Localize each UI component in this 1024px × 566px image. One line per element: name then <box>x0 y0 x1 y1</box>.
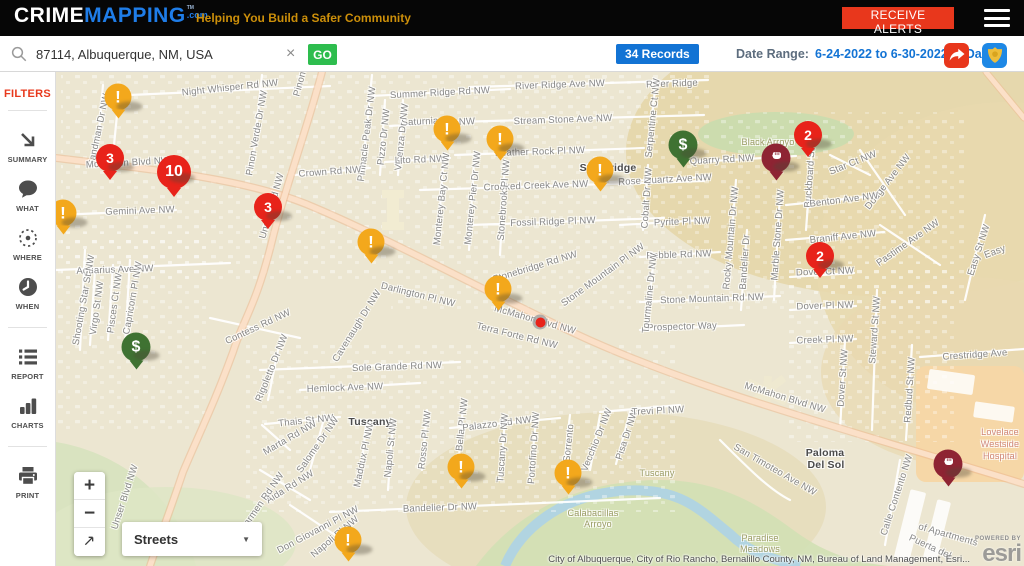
sidebar-item-report[interactable]: REPORT <box>0 338 55 387</box>
sidebar-item-label: SUMMARY <box>7 155 48 164</box>
cluster-pin[interactable]: 2 <box>806 242 834 270</box>
sidebar-item-label: CHARTS <box>11 421 44 430</box>
alert-pin[interactable]: ! <box>104 83 132 111</box>
menu-icon[interactable] <box>984 9 1010 27</box>
receive-alerts-button[interactable]: RECEIVE ALERTS <box>842 7 954 36</box>
alert-pin[interactable]: ! <box>357 228 385 256</box>
fist-icon <box>768 148 784 169</box>
esri-wordmark: esri <box>982 540 1022 566</box>
pin-glyph: 3 <box>264 199 272 215</box>
sidebar-item-label: WHERE <box>13 253 42 262</box>
pin-glyph: ! <box>444 119 450 139</box>
pin-glyph: 10 <box>165 163 183 180</box>
theft-pin[interactable]: $ <box>668 130 698 160</box>
map-canvas[interactable]: Night Whisper Rd NW Sandman Dr NW Pinon Pin… <box>56 72 1024 566</box>
sidebar-item-charts[interactable]: CHARTS <box>0 387 55 436</box>
divider <box>8 327 47 328</box>
brand-mapping: MAPPING <box>84 4 186 27</box>
sidebar-item-summary[interactable]: SUMMARY <box>0 121 55 170</box>
cluster-pin[interactable]: 3 <box>254 193 282 221</box>
records-badge[interactable]: 34 Records <box>616 44 699 64</box>
sidebar-item-label: PRINT <box>15 491 40 500</box>
search-icon <box>10 45 28 68</box>
share-arrow-icon <box>949 48 964 61</box>
divider <box>8 110 47 111</box>
clock-icon <box>0 275 55 299</box>
pin-glyph: ! <box>597 160 603 180</box>
brand-crime: CRIME <box>14 4 85 27</box>
alert-pin[interactable]: ! <box>554 459 582 487</box>
pin-glyph: ! <box>565 463 571 483</box>
zoom-in-button[interactable]: + <box>74 472 105 500</box>
theft-pin[interactable]: $ <box>121 332 151 362</box>
alert-pin[interactable]: ! <box>334 526 362 554</box>
sidebar-item-print[interactable]: PRINT <box>0 457 55 506</box>
fist-icon <box>940 454 956 475</box>
pin-glyph: ! <box>458 457 464 477</box>
sidebar-item-label: WHEN <box>15 302 40 311</box>
pin-glyph: ! <box>115 87 121 107</box>
pin-glyph: 2 <box>804 127 812 143</box>
alert-pin[interactable]: ! <box>484 275 512 303</box>
sidebar-item-what[interactable]: WHAT <box>0 170 55 219</box>
top-header: CRIME MAPPING TM .com Helping You Build a… <box>0 0 1024 36</box>
sidebar-item-where[interactable]: WHERE <box>0 219 55 268</box>
pin-glyph: ! <box>345 530 351 550</box>
printer-icon <box>0 464 55 488</box>
sidebar-item-when[interactable]: WHEN <box>0 268 55 317</box>
police-badge-icon <box>987 47 1002 63</box>
search-input[interactable] <box>34 42 274 66</box>
cluster-pin[interactable]: 3 <box>96 144 124 172</box>
search-pin[interactable] <box>532 314 548 330</box>
sidebar-item-label: REPORT <box>11 372 44 381</box>
pin-glyph: ! <box>368 232 374 252</box>
zoom-controls: + − <box>74 472 105 556</box>
assault-pin[interactable] <box>761 143 791 173</box>
bar-chart-icon <box>0 394 55 418</box>
pin-glyph: $ <box>131 338 141 355</box>
cluster-pin[interactable]: 10 <box>157 155 191 189</box>
pin-glyph: 2 <box>816 248 824 264</box>
esri-logo[interactable]: POWERED BY esri <box>975 536 1022 566</box>
pin-glyph: ! <box>497 129 503 149</box>
basemap-selector-label: Streets <box>134 531 179 547</box>
clear-search-icon[interactable]: × <box>284 44 297 64</box>
divider <box>8 446 47 447</box>
default-extent-button[interactable] <box>74 528 105 556</box>
crimemapping-app: CRIME MAPPING TM .com Helping You Build a… <box>0 0 1024 566</box>
alert-pin[interactable]: ! <box>486 125 514 153</box>
alert-pin[interactable]: ! <box>56 199 77 227</box>
brand-logo[interactable]: CRIME MAPPING TM .com <box>14 4 208 28</box>
speech-bubble-icon <box>0 177 55 201</box>
pin-glyph: $ <box>678 136 688 153</box>
sidebar-item-label: WHAT <box>16 204 39 213</box>
cluster-pin[interactable]: 2 <box>794 121 822 149</box>
alert-pin[interactable]: ! <box>447 453 475 481</box>
list-icon <box>0 345 55 369</box>
summary-arrow-icon <box>0 128 55 152</box>
pin-glyph: 3 <box>106 150 114 166</box>
basemap-selector[interactable]: Streets ▼ <box>122 522 262 556</box>
go-button[interactable]: GO <box>308 44 337 65</box>
brand-tagline: Helping You Build a Safer Community <box>196 11 411 25</box>
pin-glyph: ! <box>495 279 501 299</box>
extent-arrow-icon <box>84 536 93 546</box>
alert-pin[interactable]: ! <box>586 156 614 184</box>
assault-pin[interactable] <box>933 449 963 479</box>
search-toolbar: × GO 34 Records Date Range: 6-24-2022 to… <box>0 36 1024 72</box>
date-range-label: Date Range: <box>736 47 809 61</box>
map-attribution: City of Albuquerque, City of Rio Rancho,… <box>548 554 970 565</box>
share-button[interactable] <box>944 43 969 68</box>
dotted-circle-icon <box>0 226 55 250</box>
chevron-down-icon: ▼ <box>242 534 250 544</box>
pin-glyph: ! <box>60 203 66 223</box>
date-range-value[interactable]: 6-24-2022 to 6-30-2022 (7 Days) <box>815 47 1000 61</box>
agency-badge-button[interactable] <box>982 43 1007 68</box>
filters-label: FILTERS <box>3 88 52 100</box>
filters-sidebar: FILTERS SUMMARY WHAT WHERE WHEN REPORT C… <box>0 72 56 566</box>
alert-pin[interactable]: ! <box>433 115 461 143</box>
zoom-out-button[interactable]: − <box>74 500 105 528</box>
